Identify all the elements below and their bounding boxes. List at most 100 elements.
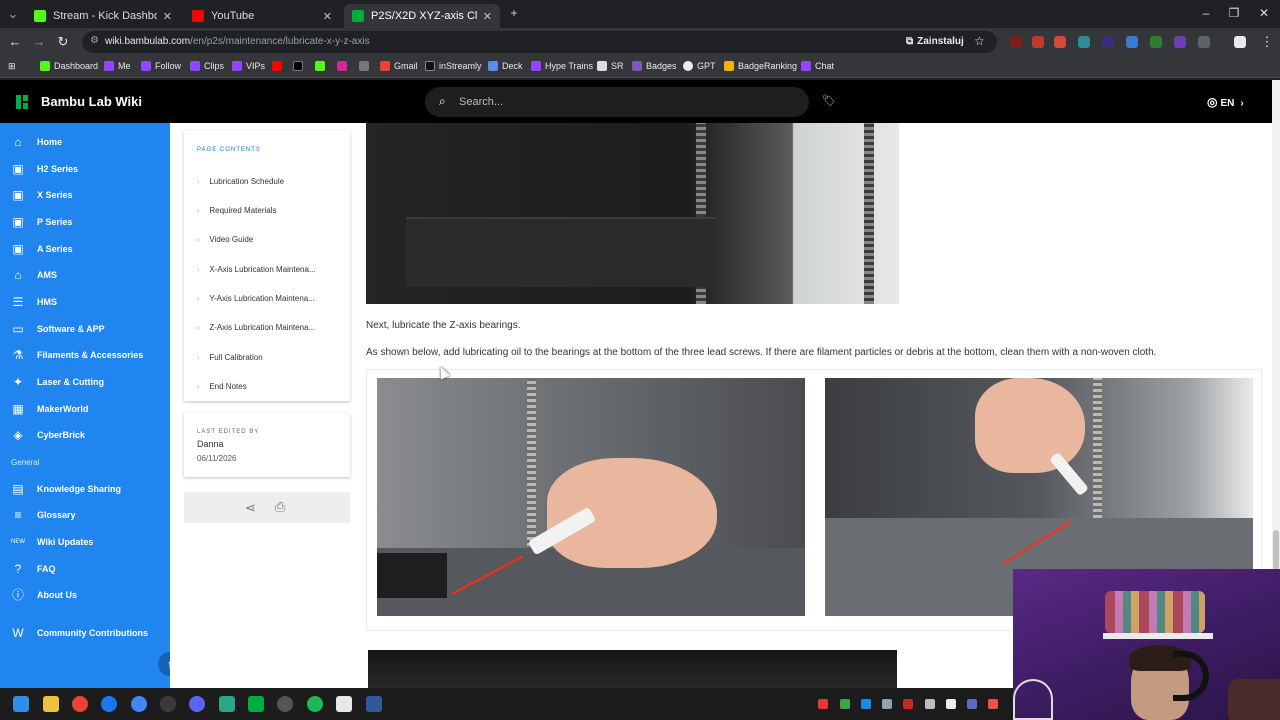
- tray-icon[interactable]: [818, 699, 828, 709]
- sidebar-item-software[interactable]: ▭ Software & APP: [0, 316, 170, 342]
- extension-icon[interactable]: [1010, 36, 1022, 48]
- bookmark-vips[interactable]: VIPs: [232, 61, 265, 71]
- share-icon[interactable]: ⋖: [245, 500, 256, 516]
- tray-icon[interactable]: [925, 699, 935, 709]
- print-icon[interactable]: ⎙: [275, 499, 285, 515]
- bookmark-youtube-icon[interactable]: [272, 61, 286, 71]
- discord-icon[interactable]: [189, 696, 205, 712]
- install-app-button[interactable]: ⧉ Zainstaluj: [906, 36, 964, 47]
- bookmark-me[interactable]: Me: [104, 61, 131, 71]
- bookmark-chat[interactable]: Chat: [801, 61, 834, 71]
- toc-item[interactable]: › Y-Axis Lubrication Maintena...: [197, 294, 315, 303]
- bookmark-hype-trains[interactable]: Hype Trains: [531, 61, 593, 71]
- capcut-icon[interactable]: [336, 696, 352, 712]
- spotify-icon[interactable]: [307, 696, 323, 712]
- windows-start-icon[interactable]: [13, 696, 29, 712]
- extension-icon[interactable]: [1102, 36, 1114, 48]
- close-tab-icon[interactable]: ✕: [323, 10, 332, 23]
- tab-search-icon[interactable]: ⌄: [4, 6, 22, 22]
- app-icon[interactable]: [366, 696, 382, 712]
- extension-icon[interactable]: [1126, 36, 1138, 48]
- minimize-button[interactable]: –: [1196, 6, 1216, 20]
- bookmark-misc-icon[interactable]: [359, 61, 373, 71]
- profile-avatar[interactable]: [1234, 36, 1246, 48]
- address-bar[interactable]: ⚙ wiki.bambulab.com/en/p2s/maintenance/l…: [82, 31, 997, 53]
- sidebar-item-community-contributions[interactable]: W Community Contributions: [0, 620, 170, 646]
- toc-item[interactable]: › End Notes: [197, 382, 247, 391]
- toc-item[interactable]: › Lubrication Schedule: [197, 177, 284, 186]
- bookmark-instagram-icon[interactable]: [337, 61, 351, 71]
- tray-icon[interactable]: [946, 699, 956, 709]
- tray-icon[interactable]: [988, 699, 998, 709]
- tab-kick-dashboard[interactable]: Stream - Kick Dashboard ✕: [26, 4, 180, 28]
- bookmark-instreamly[interactable]: inStreamly: [425, 61, 482, 71]
- site-info-icon[interactable]: ⚙: [90, 35, 99, 46]
- sidebar-item-ams[interactable]: ⌂ AMS: [0, 262, 170, 288]
- tags-icon[interactable]: 🏷: [822, 94, 836, 107]
- apps-grid-icon[interactable]: ⊞: [8, 61, 16, 72]
- bookmark-star-icon[interactable]: ☆: [974, 34, 985, 48]
- extensions-puzzle-icon[interactable]: [1198, 36, 1210, 48]
- tray-icon[interactable]: [903, 699, 913, 709]
- toc-item[interactable]: › Z-Axis Lubrication Maintena...: [197, 323, 315, 332]
- bookmark-gpt[interactable]: GPT: [683, 61, 716, 71]
- tray-icon[interactable]: [967, 699, 977, 709]
- extension-icon[interactable]: [1078, 36, 1090, 48]
- bambu-studio-icon[interactable]: [248, 696, 264, 712]
- sidebar-item-knowledge-sharing[interactable]: ▤ Knowledge Sharing: [0, 476, 170, 502]
- sidebar-item-hms[interactable]: ☰ HMS: [0, 289, 170, 315]
- sidebar-item-faq[interactable]: ? FAQ: [0, 556, 170, 582]
- sidebar-item-cyberbrick[interactable]: ◈ CyberBrick: [0, 422, 170, 448]
- sidebar-item-x-series[interactable]: ▣ X Series: [0, 182, 170, 208]
- toc-item[interactable]: › Video Guide: [197, 235, 253, 244]
- language-selector[interactable]: ◎ EN ›: [1207, 95, 1244, 109]
- sidebar-item-p-series[interactable]: ▣ P Series: [0, 209, 170, 235]
- bookmark-badges[interactable]: Badges: [632, 61, 677, 71]
- bookmark-deck[interactable]: Deck: [488, 61, 523, 71]
- facebook-icon[interactable]: [101, 696, 117, 712]
- bookmark-badgeranking[interactable]: BadgeRanking: [724, 61, 797, 71]
- toc-item[interactable]: › Required Materials: [197, 206, 276, 215]
- extension-icon[interactable]: [1150, 36, 1162, 48]
- search-box[interactable]: ⌕ Search...: [425, 87, 809, 117]
- lubricate-bearing-photo-left[interactable]: [377, 378, 805, 616]
- sidebar-item-home[interactable]: ⌂ Home: [0, 129, 170, 155]
- extension-icon[interactable]: [1174, 36, 1186, 48]
- forward-icon[interactable]: →: [30, 34, 48, 49]
- tray-icon[interactable]: [840, 699, 850, 709]
- bookmark-clips[interactable]: Clips: [190, 61, 224, 71]
- extension-icon[interactable]: [1032, 36, 1044, 48]
- bambu-logo-icon[interactable]: [16, 95, 28, 109]
- restore-button[interactable]: ❐: [1224, 6, 1244, 20]
- scrollbar-thumb[interactable]: [1273, 530, 1279, 570]
- bookmark-gmail[interactable]: Gmail: [380, 61, 418, 71]
- reload-icon[interactable]: ↻: [54, 34, 72, 50]
- sidebar-item-wiki-updates[interactable]: NEW Wiki Updates: [0, 529, 170, 555]
- app-icon[interactable]: [219, 696, 235, 712]
- chrome-icon[interactable]: [72, 696, 88, 712]
- sidebar-item-makerworld[interactable]: ▦ MakerWorld: [0, 396, 170, 422]
- tab-youtube[interactable]: YouTube ✕: [184, 4, 340, 28]
- tray-icon[interactable]: [861, 699, 871, 709]
- chrome-profile-icon[interactable]: [131, 696, 147, 712]
- bookmark-x-icon[interactable]: [293, 61, 307, 71]
- toc-item[interactable]: › X-Axis Lubrication Maintena...: [197, 265, 316, 274]
- sidebar-item-filaments[interactable]: ⚗ Filaments & Accessories: [0, 342, 170, 368]
- tab-bambu-wiki[interactable]: P2S/X2D XYZ-axis Cleaning and ✕: [344, 4, 500, 28]
- bookmark-sr[interactable]: SR: [597, 61, 624, 71]
- close-tab-icon[interactable]: ✕: [483, 10, 492, 23]
- back-icon[interactable]: ←: [6, 34, 24, 49]
- bookmark-kick-icon[interactable]: [315, 61, 329, 71]
- browser-menu-icon[interactable]: ⋮: [1258, 34, 1276, 50]
- new-tab-button[interactable]: +: [504, 6, 524, 20]
- sidebar-item-laser[interactable]: ✦ Laser & Cutting: [0, 369, 170, 395]
- close-window-button[interactable]: ✕: [1254, 6, 1274, 20]
- file-explorer-icon[interactable]: [43, 696, 59, 712]
- app-icon[interactable]: [160, 696, 176, 712]
- toc-item[interactable]: › Full Calibration: [197, 353, 263, 362]
- sidebar-item-h2-series[interactable]: ▣ H2 Series: [0, 156, 170, 182]
- close-tab-icon[interactable]: ✕: [163, 10, 172, 23]
- extension-icon[interactable]: [1054, 36, 1066, 48]
- bookmark-dashboard[interactable]: Dashboard: [40, 61, 98, 71]
- sidebar-item-a-series[interactable]: ▣ A Series: [0, 236, 170, 262]
